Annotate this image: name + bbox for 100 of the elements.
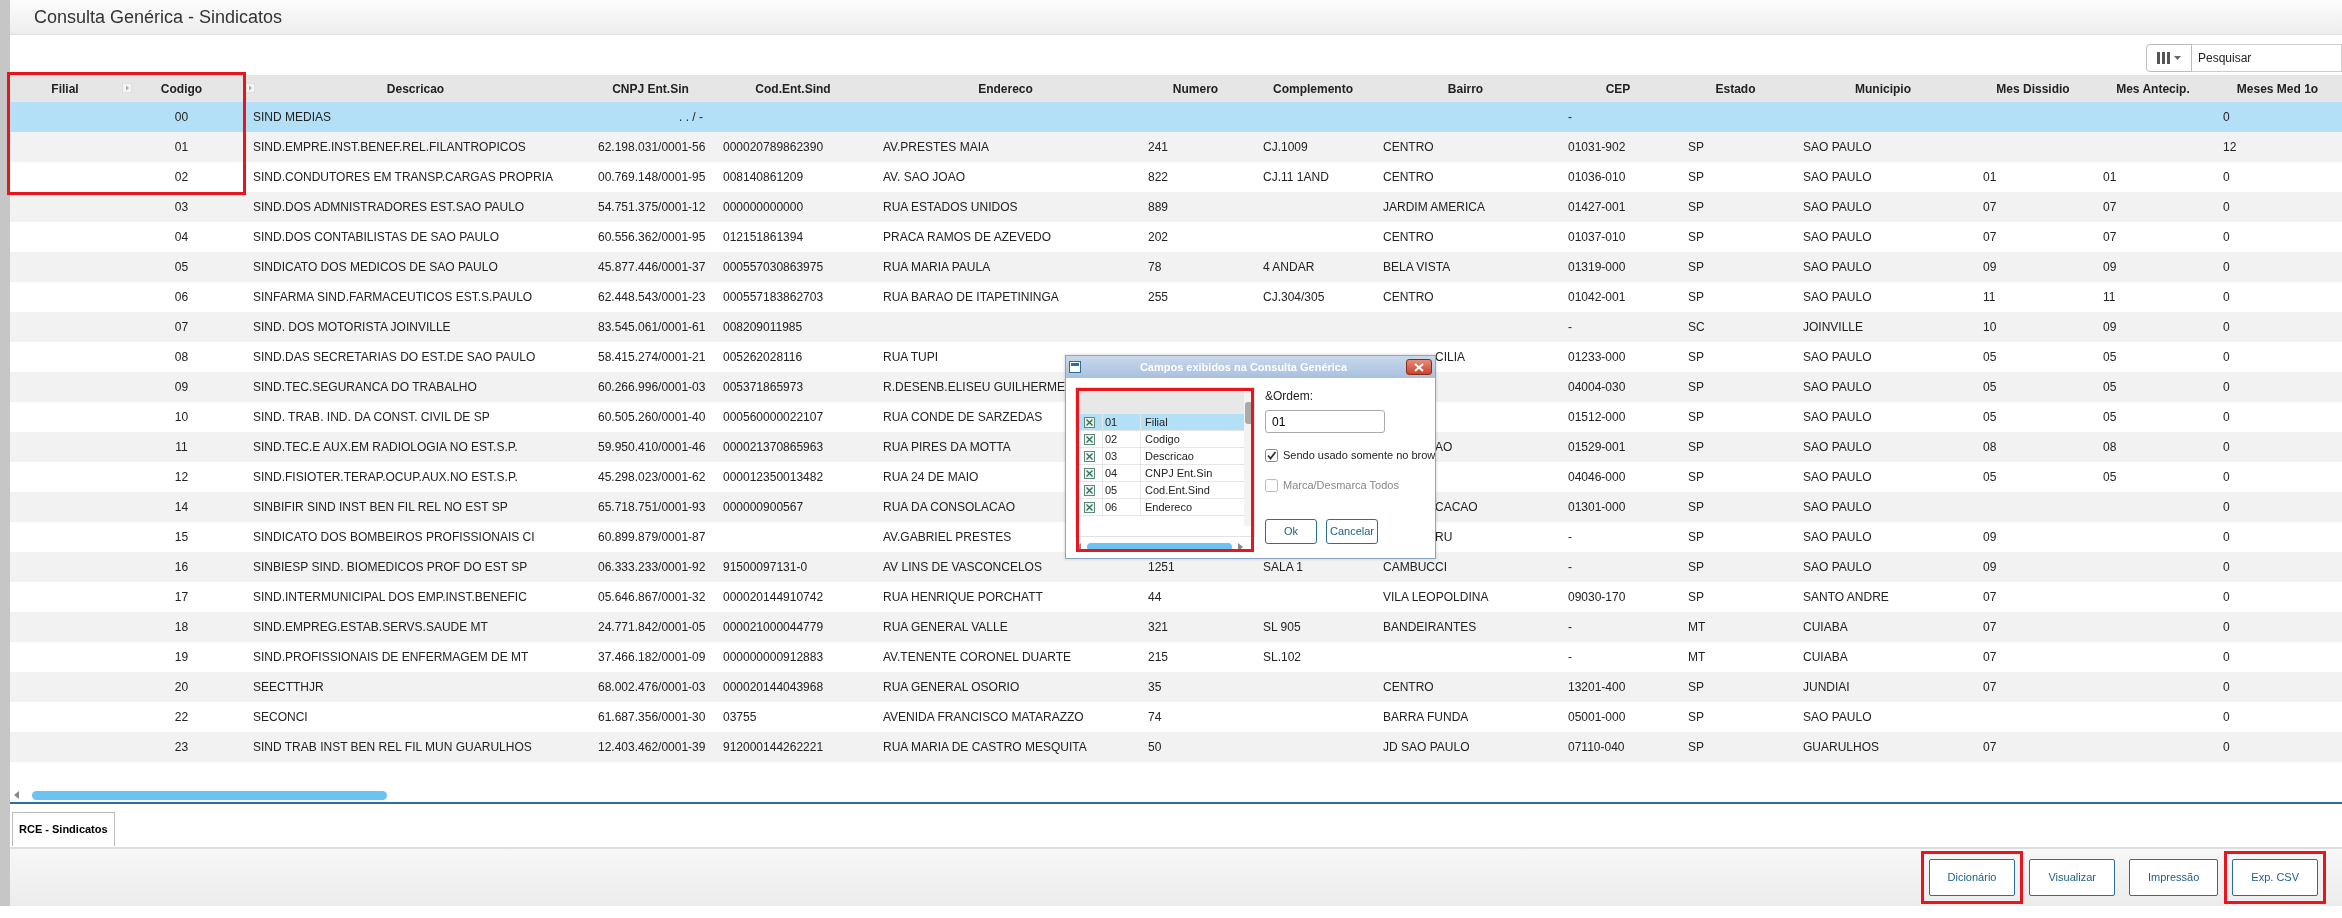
table-cell: 09 [1983, 530, 1997, 544]
table-cell: SIND.DOS ADMNISTRADORES EST.SAO PAULO [253, 200, 525, 214]
dialog-title: Campos exibidos na Consulta Genérica [1138, 359, 1349, 375]
table-cell: 822 [1148, 170, 1169, 184]
table-cell: SIND.FISIOTER.TERAP.OCUP.AUX.NO EST.S.P. [253, 470, 518, 484]
table-cell: RUA 24 DE MAIO [883, 470, 979, 484]
table-cell: SP [1688, 710, 1704, 724]
columns-button[interactable] [2146, 44, 2192, 72]
table-cell: SAO PAULO [1803, 440, 1872, 454]
table-cell: BARRA FUNDA [1383, 710, 1469, 724]
footer-button[interactable]: Visualizar [2029, 859, 2115, 896]
table-cell: 000000000912883 [723, 650, 824, 664]
footer-button[interactable]: Impressão [2128, 859, 2219, 896]
columns-icon [2156, 51, 2182, 65]
table-cell: BANDEIRANTES [1383, 620, 1477, 634]
table-cell: 07110-040 [1568, 740, 1625, 754]
close-button[interactable] [1406, 359, 1432, 375]
table-cell: SP [1688, 200, 1704, 214]
table-cell: 09 [1983, 560, 1997, 574]
table-cell: 0 [2223, 740, 2230, 754]
table-cell: 58.415.274/0001-21 [598, 350, 706, 364]
table-cell: SC [1688, 320, 1705, 334]
checkbox[interactable] [1083, 450, 1095, 462]
table-cell: 01031-902 [1568, 140, 1626, 154]
list-row[interactable]: 02 Codigo [1076, 431, 1244, 448]
table-cell: AV. SAO JOAO [883, 170, 966, 184]
list-row[interactable]: 05 Cod.Ent.Sind [1076, 482, 1244, 499]
table-cell: SINDICATO DOS MEDICOS DE SAO PAULO [253, 260, 498, 274]
checkbox[interactable] [1083, 484, 1095, 496]
list-row[interactable]: 03 Descricao [1076, 448, 1244, 465]
table-cell: 255 [1148, 290, 1169, 304]
table-cell: SEECTTHJR [253, 680, 324, 694]
row-code: 12 [174, 470, 189, 484]
row-code: 14 [174, 500, 189, 514]
table-cell: 0 [2223, 500, 2230, 514]
close-icon [1414, 362, 1424, 372]
table-cell: SAO PAULO [1803, 470, 1872, 484]
table-cell: SP [1688, 140, 1704, 154]
table-cell: SP [1688, 500, 1704, 514]
table-cell: 24.771.842/0001-05 [598, 620, 706, 634]
checkbox[interactable] [1083, 501, 1095, 513]
search-field[interactable]: Pesquisar [2192, 44, 2342, 72]
column-arrow-icon[interactable] [245, 83, 255, 93]
table-cell: SIND.TEC.SEGURANCA DO TRABALHO [253, 380, 477, 394]
column-header[interactable]: Endereco [978, 79, 1033, 98]
table-cell: SIND.EMPREG.ESTAB.SERVS.SAUDE MT [253, 620, 488, 634]
dialog-button[interactable]: Ok [1265, 519, 1317, 544]
table-cell: 60.556.362/0001-95 [598, 230, 706, 244]
table-cell: 000020789862390 [723, 140, 824, 154]
table-cell: 07 [1983, 620, 1997, 634]
column-header[interactable]: Filial [51, 79, 79, 98]
table-cell: 06.333.233/0001-92 [598, 560, 706, 574]
checkbox[interactable] [1265, 448, 1278, 462]
table-cell: SP [1688, 740, 1704, 754]
table-cell: SIND TRAB INST BEN REL FIL MUN GUARULHOS [253, 740, 532, 754]
table-cell: CENTRO [1383, 290, 1434, 304]
table-cell: 01036-010 [1568, 170, 1626, 184]
table-cell: SP [1688, 290, 1704, 304]
table-cell: 62.448.543/0001-23 [598, 290, 706, 304]
table-cell: 000557030863975 [723, 260, 824, 274]
table-cell: 05001-000 [1568, 710, 1626, 724]
table-cell: 0 [2223, 470, 2230, 484]
row-code: 17 [174, 590, 189, 604]
column-header[interactable]: Bairro [1447, 79, 1484, 98]
table-cell: SIND. DOS MOTORISTA JOINVILLE [253, 320, 451, 334]
table-cell: 000020144910742 [723, 590, 824, 604]
table-cell: 68.002.476/0001-03 [598, 680, 706, 694]
list-row[interactable]: 04 CNPJ Ent.Sin [1076, 465, 1244, 482]
table-cell: 0 [2223, 170, 2230, 184]
dialog-button[interactable]: Cancelar [1326, 519, 1378, 544]
tab[interactable]: RCE - Sindicatos [12, 812, 115, 846]
table-cell: 59.950.410/0001-46 [598, 440, 706, 454]
table-cell: 05.646.867/0001-32 [598, 590, 706, 604]
checkbox[interactable] [1083, 467, 1095, 479]
row-code: 00 [174, 110, 189, 124]
table-cell: 0 [2223, 200, 2230, 214]
table-cell: 74 [1148, 710, 1162, 724]
scrollbar-thumb[interactable] [32, 790, 387, 800]
table-cell: SAO PAULO [1803, 140, 1872, 154]
footer-button[interactable]: Exp. CSV [2232, 859, 2318, 896]
list-row[interactable]: 06 Endereco [1076, 499, 1244, 516]
row-code: 04 [174, 230, 189, 244]
table-cell: 0 [2223, 590, 2230, 604]
table-cell: 0 [2223, 440, 2230, 454]
table-cell: 07 [1983, 680, 1997, 694]
column-header[interactable]: Descricao [386, 79, 445, 98]
list-row[interactable]: 01 Filial [1076, 414, 1244, 431]
table-cell: 0 [2223, 710, 2230, 724]
table-cell: 000021370865963 [723, 440, 824, 454]
table-cell: SL.102 [1263, 650, 1302, 664]
order-field[interactable]: 01 [1265, 410, 1385, 433]
column-header[interactable]: CEP [1605, 79, 1631, 98]
vertical-scrollbar[interactable] [1244, 388, 1254, 526]
row-code: 18 [174, 620, 189, 634]
scrollbar-thumb[interactable] [1087, 543, 1232, 551]
table-cell: 01319-000 [1568, 260, 1626, 274]
footer-button[interactable]: Dicionário [1928, 859, 2016, 896]
checkbox[interactable] [1083, 433, 1095, 445]
table-cell: 61.687.356/0001-30 [598, 710, 706, 724]
checkbox[interactable] [1083, 416, 1095, 428]
